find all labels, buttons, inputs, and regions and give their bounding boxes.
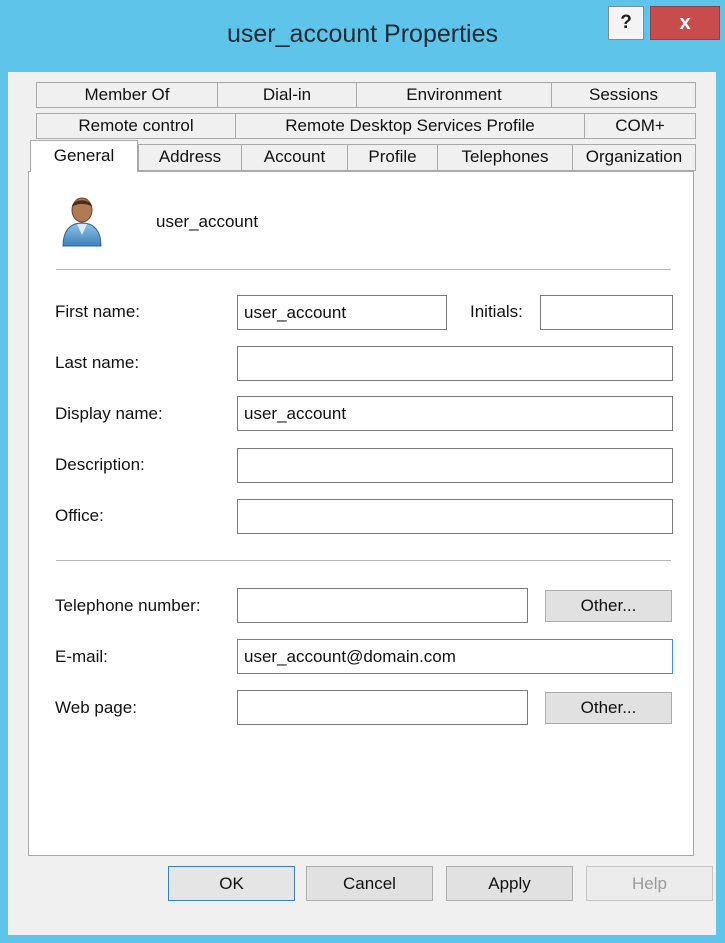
tab-sessions[interactable]: Sessions bbox=[551, 82, 696, 108]
tab-account[interactable]: Account bbox=[241, 144, 348, 171]
display-name-label: Display name: bbox=[55, 404, 163, 423]
ok-button[interactable]: OK bbox=[168, 866, 295, 901]
tab-dial-in[interactable]: Dial-in bbox=[217, 82, 357, 108]
help-icon[interactable]: ? bbox=[608, 6, 644, 40]
tab-member-of[interactable]: Member Of bbox=[36, 82, 218, 108]
first-name-field[interactable]: user_account bbox=[237, 295, 447, 330]
tab-telephones[interactable]: Telephones bbox=[437, 144, 573, 171]
tab-com-plus[interactable]: COM+ bbox=[584, 113, 696, 139]
close-icon[interactable]: x bbox=[650, 6, 720, 40]
tab-environment[interactable]: Environment bbox=[356, 82, 552, 108]
web-page-field[interactable] bbox=[237, 690, 528, 725]
separator bbox=[56, 269, 671, 270]
web-page-other-button[interactable]: Other... bbox=[545, 692, 672, 724]
help-button[interactable]: Help bbox=[586, 866, 713, 901]
cancel-button[interactable]: Cancel bbox=[306, 866, 433, 901]
email-label: E-mail: bbox=[55, 647, 108, 666]
last-name-label: Last name: bbox=[55, 353, 140, 372]
telephone-number-label: Telephone number: bbox=[55, 596, 201, 615]
tab-remote-control[interactable]: Remote control bbox=[36, 113, 236, 139]
apply-button[interactable]: Apply bbox=[446, 866, 573, 901]
separator bbox=[56, 560, 671, 561]
last-name-field[interactable] bbox=[237, 346, 673, 381]
office-field[interactable] bbox=[237, 499, 673, 534]
account-name: user_account bbox=[156, 212, 259, 231]
email-field[interactable]: user_account@domain.com bbox=[237, 639, 673, 674]
tab-general[interactable]: General bbox=[30, 140, 138, 172]
display-name-field[interactable]: user_account bbox=[237, 396, 673, 431]
web-page-label: Web page: bbox=[55, 698, 137, 717]
telephone-number-field[interactable] bbox=[237, 588, 528, 623]
user-avatar-icon bbox=[60, 195, 104, 247]
description-field[interactable] bbox=[237, 448, 673, 483]
tab-profile[interactable]: Profile bbox=[347, 144, 438, 171]
title-bar[interactable]: user_account Properties ? x bbox=[0, 0, 725, 72]
tab-address[interactable]: Address bbox=[138, 144, 242, 171]
office-label: Office: bbox=[55, 506, 104, 525]
description-label: Description: bbox=[55, 455, 145, 474]
telephone-other-button[interactable]: Other... bbox=[545, 590, 672, 622]
first-name-label: First name: bbox=[55, 302, 141, 321]
tab-organization[interactable]: Organization bbox=[572, 144, 696, 171]
initials-field[interactable] bbox=[540, 295, 673, 330]
initials-label: Initials: bbox=[470, 302, 523, 321]
tab-remote-desktop-services-profile[interactable]: Remote Desktop Services Profile bbox=[235, 113, 585, 139]
